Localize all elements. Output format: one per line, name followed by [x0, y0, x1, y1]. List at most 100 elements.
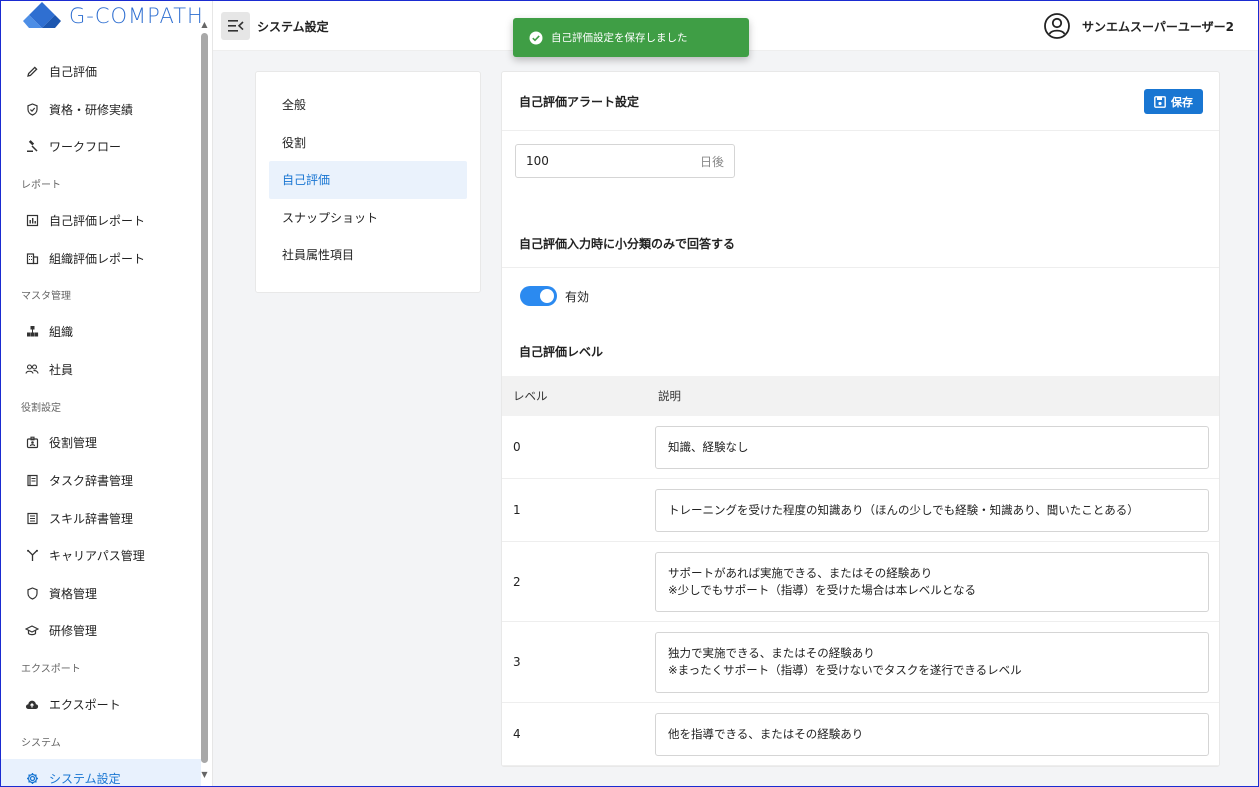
sidebar-item[interactable]: 役割管理 [1, 424, 201, 462]
scroll-down-arrow-icon[interactable]: ▼ [200, 771, 209, 779]
user-name: サンエムスーパーユーザー2 [1082, 19, 1234, 34]
levels-section-title: 自己評価レベル [519, 345, 604, 359]
people-icon [25, 362, 39, 376]
table-row: 3 独力で実施できる、またはその経験あり ※まったくサポート（指導）を受けないでタス… [502, 622, 1219, 703]
sidebar-item[interactable]: ワークフロー [1, 128, 201, 166]
description-cell: トレーニングを受けた程度の知識あり（ほんの少しでも経験・知識あり、聞いたことある… [644, 479, 1219, 542]
self-evaluation-settings-card: 自己評価アラート設定 保存 日後 自己評価入力時に小分類のみで回答する 有効 自… [501, 71, 1220, 767]
scroll-up-arrow-icon[interactable]: ▲ [200, 21, 209, 29]
success-toast: 自己評価設定を保存しました [513, 18, 749, 57]
description-line: ※まったくサポート（指導）を受けないでタスクを遂行できるレベル [668, 663, 1022, 677]
alert-days-suffix: 日後 [699, 154, 724, 169]
description-input[interactable]: 独力で実施できる、またはその経験あり ※まったくサポート（指導）を受けないでタスク… [655, 631, 1209, 693]
sidebar-item[interactable]: キャリアパス管理 [1, 537, 201, 575]
column-header-level: レベル [513, 389, 548, 403]
description-line: サポートがあれば実施できる、またはその経験あり [668, 565, 933, 580]
save-icon [1154, 95, 1166, 108]
check-circle-icon [529, 31, 543, 44]
sidebar-item[interactable]: 資格・研修実績 [1, 91, 201, 129]
menu-collapse-icon [227, 20, 244, 32]
sidebar-section-label: エクスポート [21, 664, 81, 676]
save-button[interactable]: 保存 [1144, 89, 1203, 114]
sidebar-item-label: エクスポート [49, 698, 121, 713]
sidebar-item-label: 資格管理 [49, 586, 98, 601]
sidebar-section-label: マスタ管理 [21, 291, 71, 303]
level-cell: 2 [513, 574, 521, 589]
sidebar-item[interactable]: システム設定 [1, 759, 201, 786]
subcategory-toggle[interactable] [520, 286, 557, 306]
settings-nav-item[interactable]: 全般 [269, 86, 467, 124]
description-cell: 独力で実施できる、またはその経験あり ※まったくサポート（指導）を受けないでタスク… [644, 622, 1219, 703]
alert-days-input[interactable] [526, 154, 676, 168]
sidebar-item-label: 組織 [49, 325, 74, 340]
column-header-description: 説明 [658, 389, 681, 403]
level-cell: 4 [513, 727, 521, 741]
shield-icon [25, 586, 39, 600]
alert-section-title: 自己評価アラート設定 [519, 94, 640, 109]
sidebar-item[interactable]: 自己評価レポート [1, 202, 201, 240]
sidebar-section-label: 役割設定 [21, 402, 61, 414]
sidebar-item-label: キャリアパス管理 [49, 549, 145, 564]
scroll-thumb[interactable] [201, 33, 208, 763]
description-input[interactable]: 他を指導できる、またはその経験あり [655, 712, 1209, 756]
divider [502, 267, 1219, 268]
sidebar-item-label: 組織評価レポート [49, 251, 146, 266]
description-line: トレーニングを受けた程度の知識あり（ほんの少しでも経験・知識あり、聞いたことある… [668, 502, 1139, 517]
sidebar-section-label: レポート [21, 180, 61, 192]
badge-icon [25, 436, 39, 450]
description-input[interactable]: トレーニングを受けた程度の知識あり（ほんの少しでも経験・知識あり、聞いたことある… [655, 488, 1209, 532]
toggle-label: 有効 [565, 289, 590, 304]
table-row: 1 トレーニングを受けた程度の知識あり（ほんの少しでも経験・知識あり、聞いたことあ… [502, 479, 1219, 542]
description-line: 独力で実施できる、またはその経験あり [668, 646, 875, 660]
sidebar-item-label: システム設定 [49, 771, 121, 786]
fork-icon [25, 549, 39, 563]
sidebar-item[interactable]: 組織評価レポート [1, 239, 201, 277]
sidebar-item[interactable]: スキル辞書管理 [1, 499, 201, 537]
sidebar-item[interactable]: エクスポート [1, 686, 201, 724]
description-line: 他を指導できる、またはその経験あり [668, 726, 864, 741]
level-cell: 3 [513, 655, 521, 669]
menu-toggle-button[interactable] [221, 12, 250, 40]
sidebar-scrollbar[interactable]: ▲ ▼ [200, 21, 209, 779]
settings-nav: 全般 役割 自己評価 スナップショット 社員属性項目 [255, 71, 481, 293]
logo[interactable]: G-COMPATH [1, 1, 212, 31]
list-book-icon [25, 511, 39, 525]
shield-check-icon [25, 102, 39, 116]
settings-nav-item[interactable]: 社員属性項目 [269, 236, 467, 274]
toggle-knob [540, 289, 554, 303]
alert-section-header: 自己評価アラート設定 保存 [502, 72, 1219, 131]
sidebar-item-label: 役割管理 [49, 436, 98, 451]
description-input[interactable]: 知識、経験なし [655, 425, 1209, 469]
sidebar-item[interactable]: 自己評価 [1, 53, 201, 91]
description-cell: サポートがあれば実施できる、またはその経験あり ※少しでもサポート（指導）を受けた… [644, 542, 1219, 622]
sidebar-item[interactable]: タスク辞書管理 [1, 462, 201, 500]
settings-nav-item[interactable]: 役割 [269, 124, 467, 162]
description-line: 知識、経験なし [668, 439, 749, 454]
gear-icon [25, 771, 39, 785]
subcategory-section-title: 自己評価入力時に小分類のみで回答する [519, 237, 736, 251]
book-icon [25, 474, 39, 488]
pencil-icon [25, 65, 39, 79]
logo-mark-icon [23, 2, 61, 28]
toast-message: 自己評価設定を保存しました [551, 32, 688, 44]
sidebar-item[interactable]: 研修管理 [1, 612, 201, 650]
sidebar-item-label: 自己評価 [49, 65, 98, 80]
chart-icon [25, 214, 39, 228]
organization-icon [25, 325, 39, 339]
page-title: システム設定 [257, 20, 329, 34]
alert-days-field[interactable]: 日後 [515, 144, 735, 178]
sidebar-section-label: システム [21, 737, 61, 749]
description-input[interactable]: サポートがあれば実施できる、またはその経験あり ※少しでもサポート（指導）を受けた… [655, 551, 1209, 612]
sidebar-item[interactable]: 社員 [1, 351, 201, 389]
settings-nav-item[interactable]: 自己評価 [269, 161, 467, 199]
sidebar-item[interactable]: 組織 [1, 313, 201, 351]
sidebar: G-COMPATH 自己評価資格・研修実績 ワークフローレポート自己評価レポート組… [1, 1, 213, 786]
user-menu[interactable]: サンエムスーパーユーザー2 [1044, 13, 1234, 39]
description-cell: 知識、経験なし [644, 416, 1219, 479]
level-cell: 1 [513, 503, 521, 517]
logo-text: G-COMPATH [69, 4, 204, 28]
sidebar-item-label: 社員 [49, 362, 74, 377]
cloud-upload-icon [25, 698, 39, 712]
settings-nav-item[interactable]: スナップショット [269, 199, 467, 237]
sidebar-item[interactable]: 資格管理 [1, 575, 201, 613]
